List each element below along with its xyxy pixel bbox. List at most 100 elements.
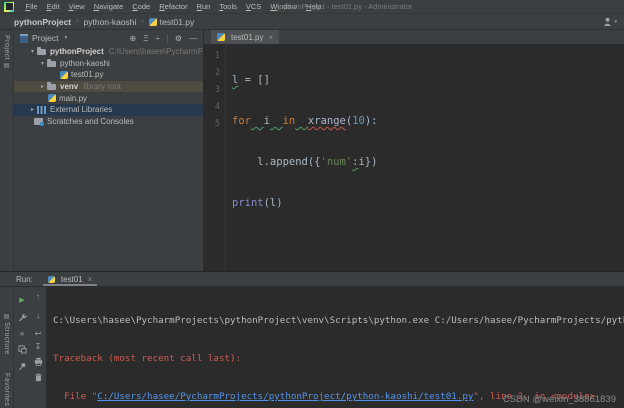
file-link[interactable]: C:/Users/hasee/PycharmProjects/pythonPro… [97,391,473,402]
menu-item-file[interactable]: File [21,0,42,13]
run-toolbar-console: ↑ ↓ ↩ ↧ [30,287,47,408]
tree-row-scratches[interactable]: Scratches and Consoles [14,116,203,128]
chevron-down-icon: ▾ [64,35,67,41]
rerun-button[interactable]: ▶ [14,293,30,306]
run-console[interactable]: C:\Users\hasee\PycharmProjects\pythonPro… [47,287,624,408]
main-area: Project ▤ Project ▾ ⊕ Ξ ÷ ⚙ — ▾ pythonPr… [0,30,624,271]
divider [167,34,168,43]
favorites-stripe-label: Favorites [3,373,10,406]
window-title: pythonProject - test01.py - Administrato… [279,0,412,13]
csdn-watermark: CSDN @weixin_38861839 [503,394,616,405]
user-menu-button[interactable]: ▾ [603,17,617,26]
tab-label: test01.py [231,33,263,42]
soft-wrap-icon[interactable]: ↩ [30,327,46,340]
tree-row-pythonProject[interactable]: ▾ pythonProject C:\Users\hasee\PycharmPr… [14,46,203,58]
project-view-selector[interactable]: Project [32,33,58,43]
project-view-icon [20,34,28,43]
menu-item-refactor[interactable]: Refactor [155,0,192,13]
pin-icon[interactable] [14,360,30,373]
stop-button[interactable]: ■ [14,328,30,341]
python-file-icon [60,71,68,79]
restore-layout-icon[interactable] [14,343,30,356]
menu-item-run[interactable]: Run [192,0,215,13]
code-line-1: l = [] [232,72,378,89]
line-number: 2 [204,65,220,82]
folder-icon [47,61,56,67]
tree-row-main[interactable]: main.py [14,92,203,104]
menu-item-vcs[interactable]: VCS [241,0,265,13]
structure-stripe-label: Structure [3,322,10,355]
pycharm-logo-icon [4,2,14,12]
hide-panel-button[interactable]: — [189,34,197,43]
tree-row-python-kaoshi[interactable]: ▾ python-kaoshi [14,58,203,70]
tree-label: Scratches and Consoles [47,117,134,126]
run-tab-test01[interactable]: test01 × [43,272,97,286]
code-line-3: l.append({'num':i}) [232,154,378,171]
breadcrumb-project[interactable]: pythonProject [14,17,71,27]
menu-item-code[interactable]: Code [128,0,155,13]
chevron-down-icon: ▾ [614,19,617,25]
tree-row-venv[interactable]: ▸ venv library root [14,81,203,93]
folder-icon [47,84,56,90]
locate-file-button[interactable]: ⊕ [130,34,137,43]
tree-path: C:\Users\hasee\PycharmProjects\pyt [109,47,203,56]
scroll-to-end-icon[interactable]: ↧ [30,340,46,353]
close-icon[interactable]: × [268,33,273,42]
tool-button-favorites[interactable]: Favorites [0,373,13,406]
breadcrumb: pythonProject › python-kaoshi › test01.p… [0,14,624,30]
settings-gear-icon[interactable]: ⚙ [175,34,182,43]
project-panel: Project ▾ ⊕ Ξ ÷ ⚙ — ▾ pythonProject C:\U… [14,30,204,271]
expand-collapse-button[interactable]: ÷ [155,34,159,43]
left-tool-stripe: Project ▤ [0,30,14,271]
folder-icon [37,49,46,55]
project-tree: ▾ pythonProject C:\Users\hasee\PycharmPr… [14,46,203,127]
menu-item-view[interactable]: View [64,0,89,13]
code-line-5 [232,236,378,253]
trash-icon[interactable] [30,371,46,384]
chevron-right-icon: ▸ [38,83,47,90]
collapse-all-button[interactable]: Ξ [143,34,148,43]
tool-button-structure[interactable]: ▤ Structure [0,313,13,355]
editor-tab-bar: test01.py × [204,30,624,45]
line-number: 3 [204,82,220,99]
chevron-right-icon: ▸ [28,106,37,113]
project-stripe-label: Project [3,35,10,60]
wrench-icon[interactable] [14,311,30,324]
up-stack-trace-icon[interactable]: ↑ [30,290,46,303]
tree-label: pythonProject [50,47,104,56]
tree-row-test01[interactable]: test01.py [14,69,203,81]
python-file-icon [48,94,56,102]
editor[interactable]: test01.py × 1 2 3 4 5 l = [] for i in xr… [204,30,624,271]
tree-row-external-libraries[interactable]: ▸ External Libraries [14,104,203,116]
run-panel-header: Run: test01 × [0,272,624,287]
line-number: 4 [204,99,220,116]
run-toolbar-left: ▶ ■ [14,287,30,408]
console-traceback-line: Traceback (most recent call last): [53,351,624,367]
library-icon [37,106,46,114]
python-file-icon [217,33,225,41]
user-icon [603,17,612,26]
chevron-down-icon: ▾ [28,48,37,55]
code-area[interactable]: l = [] for i in xrange(10): l.append({'n… [226,45,378,277]
breadcrumb-separator: › [76,18,78,25]
breadcrumb-folder[interactable]: python-kaoshi [84,17,137,27]
tree-label: test01.py [71,70,103,79]
breadcrumb-file[interactable]: test01.py [160,17,195,27]
scratches-icon [34,118,43,125]
line-number: 1 [204,48,220,65]
print-icon[interactable] [30,355,46,368]
line-number: 5 [204,116,220,133]
menu-item-navigate[interactable]: Navigate [89,0,128,13]
title-bar: File Edit View Navigate Code Refactor Ru… [0,0,624,14]
python-file-icon [149,18,157,26]
code-line-4: print(l) [232,195,378,212]
menu-item-tools[interactable]: Tools [215,0,242,13]
tool-button-project[interactable]: Project ▤ [0,35,13,69]
tree-label: python-kaoshi [60,59,110,68]
menu-item-edit[interactable]: Edit [42,0,64,13]
tab-test01[interactable]: test01.py × [211,30,279,44]
editor-gutter: 1 2 3 4 5 [204,45,226,277]
down-stack-trace-icon[interactable]: ↓ [30,309,46,322]
close-icon[interactable]: × [88,275,93,284]
tree-extra: library root [83,82,121,91]
